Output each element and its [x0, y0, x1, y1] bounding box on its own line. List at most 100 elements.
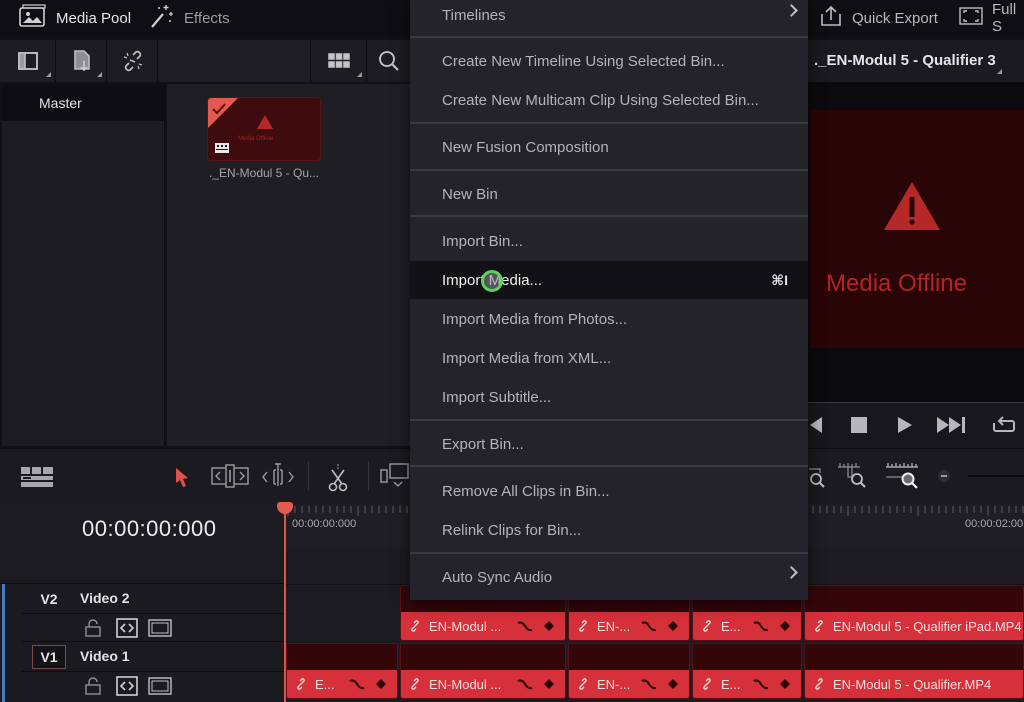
menu-item-export-bin[interactable]: Export Bin... [410, 425, 808, 463]
menu-item-new-fusion-composition[interactable]: New Fusion Composition [410, 128, 808, 166]
menu-item-label: Relink Clips for Bin... [442, 521, 582, 539]
media-pool-toolbar [0, 40, 410, 82]
menu-item-label: Import Media from XML... [442, 349, 612, 367]
clip-label: EN-Modul 5 - Qualifier.MP4 [833, 676, 992, 692]
unlink-button[interactable] [108, 40, 158, 82]
timeline-clip[interactable]: E... [692, 643, 802, 699]
blade-tool-icon[interactable] [326, 462, 350, 492]
track-controls-v1 [22, 672, 284, 702]
trim-edit-icon[interactable] [211, 464, 249, 488]
timeline-clip[interactable]: EN-Modul ... [400, 643, 566, 699]
zoom-detail-icon[interactable] [836, 461, 872, 489]
ruler-label: 00:00:02:00 [965, 518, 1024, 530]
zoom-out-button[interactable] [938, 470, 950, 482]
menu-item-import-bin[interactable]: Import Bin... [410, 222, 808, 260]
clip-label-bar: EN-Modul 5 - Qualifier iPad.MP4 [805, 612, 1023, 640]
menu-item-remove-all-clips[interactable]: Remove All Clips in Bin... [410, 472, 808, 510]
selection-tool-icon[interactable] [174, 466, 190, 488]
track-enable-icon[interactable] [148, 677, 172, 695]
menu-item-auto-sync-audio[interactable]: Auto Sync Audio [410, 558, 808, 596]
bin-list: Master [2, 84, 165, 446]
track-name[interactable]: Video 2 [80, 590, 130, 606]
transport-controls [808, 402, 1024, 450]
mouse-cursor-indicator [481, 270, 503, 292]
playhead[interactable] [284, 510, 286, 702]
track-headers: V2 Video 2 V1 Video 1 [0, 548, 284, 702]
transform-curve-icon [641, 621, 657, 632]
menu-item-label: Import Media from Photos... [442, 310, 628, 328]
ruler-label: 00:00:00:000 [292, 518, 357, 530]
track-enable-icon[interactable] [148, 619, 172, 637]
timeline-clip[interactable]: EN-... [568, 643, 690, 699]
media-pool-tab[interactable]: Media Pool [18, 4, 131, 32]
timeline-clip[interactable]: E... [286, 643, 398, 699]
insert-clip-icon[interactable] [380, 462, 410, 490]
track-accent-bar [2, 584, 5, 702]
search-button[interactable] [368, 40, 410, 82]
play-reverse-icon[interactable] [808, 415, 824, 435]
toolbar-spacer [159, 40, 311, 82]
transform-curve-icon [753, 679, 769, 690]
bin-item-master[interactable]: Master [2, 84, 165, 121]
menu-item-create-timeline[interactable]: Create New Timeline Using Selected Bin..… [410, 42, 808, 80]
current-timecode[interactable]: 00:00:00:000 [82, 516, 216, 542]
track-header-v2[interactable]: V2 Video 2 [22, 584, 284, 614]
menu-item-timelines[interactable]: Timelines [410, 0, 808, 34]
auto-select-icon[interactable] [116, 618, 138, 638]
lock-icon[interactable] [84, 677, 102, 695]
menu-separator [410, 465, 808, 467]
dynamic-trim-icon[interactable] [260, 462, 296, 490]
track-id[interactable]: V1 [32, 645, 66, 669]
video-clip-icon [215, 143, 229, 153]
menu-item-label: Import Bin... [442, 232, 523, 250]
keyframe-icon [376, 679, 386, 689]
toggle-bin-list-button[interactable] [0, 40, 56, 82]
menu-item-relink-clips[interactable]: Relink Clips for Bin... [410, 511, 808, 549]
menu-item-shortcut: ⌘I [771, 271, 788, 288]
clip-label: EN-Modul 5 - Qualifier iPad.MP4 [833, 618, 1022, 634]
keyframe-icon [668, 621, 678, 631]
track-name[interactable]: Video 1 [80, 648, 130, 664]
clip-thumbnail[interactable]: Media Offline [207, 97, 321, 161]
clip-browser: Media Offline ._EN-Modul 5 - Qu... [167, 84, 410, 446]
menu-item-create-multicam[interactable]: Create New Multicam Clip Using Selected … [410, 81, 808, 119]
view-mode-button[interactable] [312, 40, 367, 82]
menu-item-label: New Bin [442, 185, 498, 203]
media-offline-text: Media Offline [826, 270, 967, 297]
timeline-view-options-icon[interactable] [20, 466, 54, 488]
menu-item-import-media-xml[interactable]: Import Media from XML... [410, 339, 808, 377]
import-media-button[interactable] [57, 40, 107, 82]
viewer: Media Offline [808, 82, 1024, 402]
zoom-custom-icon[interactable] [884, 461, 924, 491]
track-id[interactable]: V2 [32, 587, 66, 611]
next-clip-icon[interactable] [936, 415, 968, 435]
menu-item-import-media[interactable]: Import Media... ⌘I [410, 261, 808, 299]
viewer-title[interactable]: ._EN-Modul 5 - Qualifier 3 [814, 52, 996, 69]
loop-icon[interactable] [988, 413, 1018, 437]
clip-thumbnails [805, 644, 1023, 670]
grid-view-icon [328, 53, 350, 68]
track-header-v1[interactable]: V1 Video 1 [22, 642, 284, 672]
menu-item-import-media-photos[interactable]: Import Media from Photos... [410, 300, 808, 338]
zoom-full-icon[interactable] [808, 465, 826, 489]
export-icon [818, 4, 844, 32]
timeline-clip[interactable]: EN-Modul 5 - Qualifier iPad.MP4 [804, 585, 1024, 641]
link-icon [703, 678, 711, 690]
keyframe-icon [780, 679, 790, 689]
menu-item-label: Timelines [442, 6, 506, 24]
auto-select-icon[interactable] [116, 676, 138, 696]
menu-item-import-subtitle[interactable]: Import Subtitle... [410, 378, 808, 416]
full-screen-button[interactable]: Full S [958, 1, 1024, 35]
zoom-slider[interactable] [968, 475, 1024, 477]
play-icon[interactable] [896, 415, 914, 435]
effects-tab[interactable]: Effects [148, 4, 230, 32]
quick-export-button[interactable]: Quick Export [818, 4, 938, 32]
thumb-offline-text: Media Offline [238, 136, 274, 142]
clip-thumbnails [693, 644, 801, 670]
stop-icon[interactable] [850, 416, 868, 434]
lock-icon[interactable] [84, 619, 102, 637]
timeline-clip[interactable]: EN-Modul 5 - Qualifier.MP4 [804, 643, 1024, 699]
menu-item-new-bin[interactable]: New Bin [410, 175, 808, 213]
clip-label: E... [315, 676, 335, 692]
clip-fx-indicators [349, 678, 387, 690]
